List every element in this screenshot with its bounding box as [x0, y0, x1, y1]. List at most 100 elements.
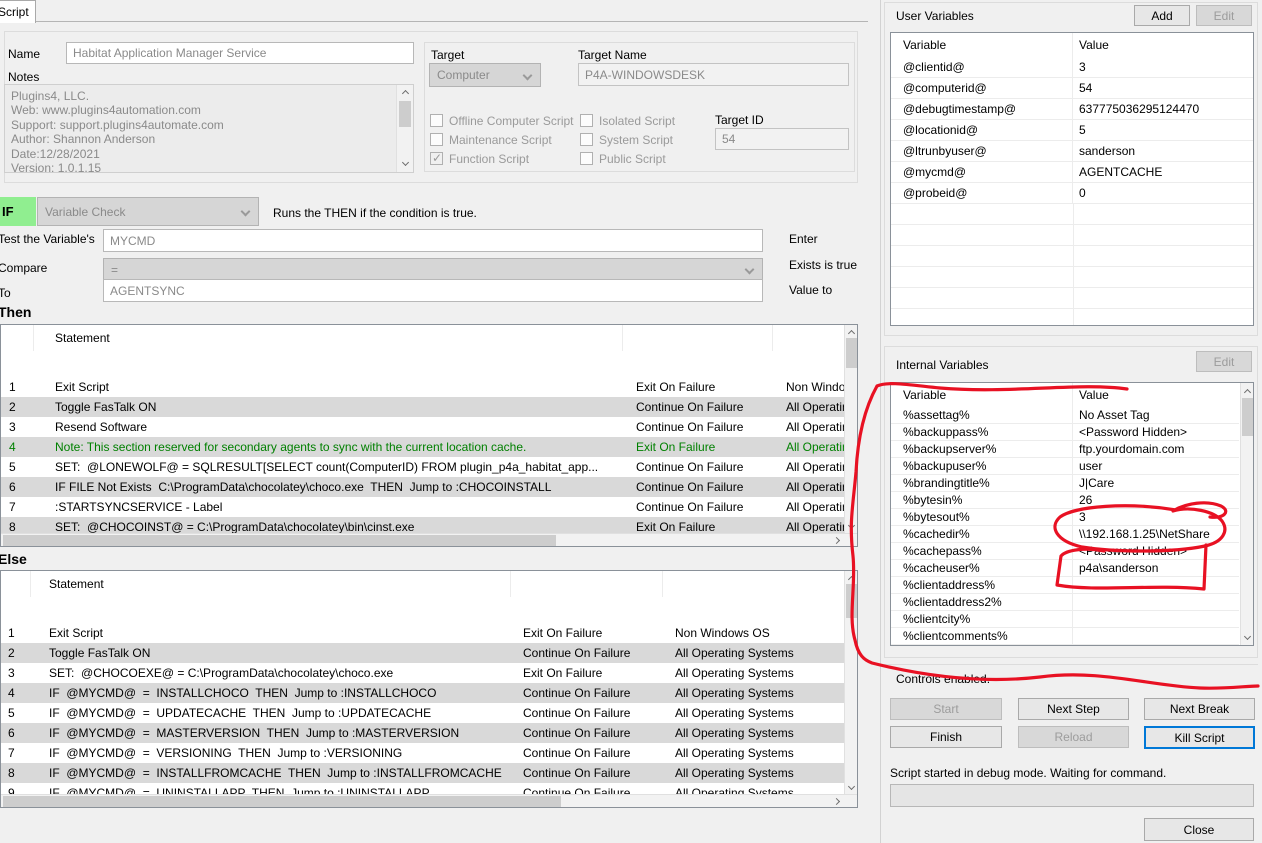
- else-table-row[interactable]: 6 IF @MYCMD@ = MASTERVERSION THEN Jump t…: [1, 723, 845, 743]
- then-table-row[interactable]: 6 IF FILE Not Exists C:\ProgramData\choc…: [1, 477, 845, 497]
- row-os: All Operating Systems: [663, 666, 845, 680]
- else-table-hscrollbar[interactable]: [1, 794, 857, 807]
- internal-variable-row[interactable]: %clientaddress%: [891, 577, 1239, 594]
- internal-variable-row[interactable]: %assettag% No Asset Tag: [891, 407, 1239, 424]
- reload-button[interactable]: Reload: [1018, 726, 1129, 748]
- user-variable-row[interactable]: @locationid@ 5: [891, 120, 1253, 141]
- internal-variable-row[interactable]: %cachedir% \\192.168.1.25\NetShare: [891, 526, 1239, 543]
- checkbox-icon[interactable]: [430, 133, 443, 146]
- user-variable-row[interactable]: @computerid@ 54: [891, 78, 1253, 99]
- scroll-right-icon[interactable]: [831, 796, 844, 807]
- scroll-down-icon[interactable]: [845, 782, 858, 793]
- scroll-up-icon[interactable]: [399, 86, 412, 97]
- internal-variable-row[interactable]: %clientaddress2%: [891, 594, 1239, 611]
- internal-variable-row[interactable]: %bytesin% 26: [891, 492, 1239, 509]
- then-vscroll-thumb[interactable]: [846, 338, 857, 368]
- then-table-row[interactable]: 5 SET: @LONEWOLF@ = SQLRESULT[SELECT cou…: [1, 457, 845, 477]
- scroll-down-icon[interactable]: [1241, 632, 1254, 643]
- user-variables-empty-rows: [891, 204, 1253, 325]
- user-variable-row[interactable]: @clientid@ 3: [891, 57, 1253, 78]
- then-table-hscrollbar[interactable]: [1, 533, 857, 546]
- checkbox-icon[interactable]: [430, 152, 443, 165]
- then-hscroll-thumb[interactable]: [3, 535, 556, 546]
- debug-command-bar[interactable]: [890, 784, 1254, 807]
- edit-user-variable-button[interactable]: Edit: [1196, 5, 1252, 26]
- scroll-down-icon[interactable]: [399, 158, 412, 169]
- checkbox-icon[interactable]: [580, 152, 593, 165]
- then-table-row[interactable]: 7 :STARTSYNCSERVICE - Label Continue On …: [1, 497, 845, 517]
- variable-name: %clientaddress2%: [891, 594, 1073, 610]
- next-break-button[interactable]: Next Break: [1144, 698, 1255, 720]
- user-variable-row[interactable]: @mycmd@ AGENTCACHE: [891, 162, 1253, 183]
- edit-internal-variable-button[interactable]: Edit: [1196, 351, 1252, 372]
- row-on-failure: Continue On Failure: [511, 766, 663, 780]
- variable-name: @computerid@: [891, 78, 1073, 98]
- user-variable-row[interactable]: @probeid@ 0: [891, 183, 1253, 204]
- internal-variable-row[interactable]: %cacheuser% p4a\sanderson: [891, 560, 1239, 577]
- then-table-row[interactable]: 2 Toggle FasTalk ON Continue On Failure …: [1, 397, 845, 417]
- else-table-row[interactable]: 1 Exit Script Exit On Failure Non Window…: [1, 623, 845, 643]
- scroll-up-icon[interactable]: [1241, 385, 1254, 396]
- condition-type-select[interactable]: Variable Check: [37, 197, 259, 226]
- else-table-row[interactable]: 5 IF @MYCMD@ = UPDATECACHE THEN Jump to …: [1, 703, 845, 723]
- to-input[interactable]: AGENTSYNC: [103, 279, 763, 302]
- checkbox-label: Function Script: [449, 152, 529, 166]
- else-table-row[interactable]: 8 IF @MYCMD@ = INSTALLFROMCACHE THEN Jum…: [1, 763, 845, 783]
- finish-button[interactable]: Finish: [890, 726, 1002, 748]
- row-os: All Operating Systems: [773, 520, 845, 534]
- tab-script[interactable]: Script: [0, 0, 36, 23]
- internal-variable-row[interactable]: %clientcity%: [891, 611, 1239, 628]
- row-statement: IF @MYCMD@ = VERSIONING THEN Jump to :VE…: [31, 746, 511, 760]
- notes-scrollbar-thumb[interactable]: [399, 101, 411, 127]
- notes-box[interactable]: Plugins4, LLC.Web: www.plugins4automatio…: [4, 84, 414, 173]
- add-button[interactable]: Add: [1134, 5, 1190, 26]
- variable-value: sanderson: [1073, 144, 1253, 158]
- checkbox-icon[interactable]: [580, 114, 593, 127]
- internal-vscroll-thumb[interactable]: [1242, 398, 1254, 436]
- internal-variable-row[interactable]: %clientcomments%: [891, 628, 1239, 645]
- variable-name: @debugtimestamp@: [891, 99, 1073, 119]
- then-table-row[interactable]: 4 Note: This section reserved for second…: [1, 437, 845, 457]
- target-id-input[interactable]: 54: [715, 128, 849, 150]
- then-table-row[interactable]: 1 Exit Script Exit On Failure Non Window…: [1, 377, 845, 397]
- checkbox-icon[interactable]: [580, 133, 593, 146]
- kill-script-button[interactable]: Kill Script: [1144, 726, 1255, 749]
- value-to-label: Value to: [789, 283, 832, 297]
- internal-variable-row[interactable]: %backuppass% <Password Hidden>: [891, 424, 1239, 441]
- user-variable-row[interactable]: @ltrunbyuser@ sanderson: [891, 141, 1253, 162]
- scroll-up-icon[interactable]: [845, 326, 858, 337]
- else-table-row[interactable]: 4 IF @MYCMD@ = INSTALLCHOCO THEN Jump to…: [1, 683, 845, 703]
- else-vscroll-thumb[interactable]: [846, 584, 857, 618]
- compare-label: Compare: [0, 261, 47, 275]
- then-heading: Then: [0, 304, 31, 320]
- scroll-down-icon[interactable]: [845, 521, 858, 532]
- else-table-row[interactable]: 3 SET: @CHOCOEXE@ = C:\ProgramData\choco…: [1, 663, 845, 683]
- else-table-row[interactable]: 2 Toggle FasTalk ON Continue On Failure …: [1, 643, 845, 663]
- else-table-vscrollbar[interactable]: [844, 571, 857, 794]
- script-name-input[interactable]: Habitat Application Manager Service: [66, 42, 414, 64]
- target-name-input[interactable]: P4A-WINDOWSDESK: [578, 63, 849, 86]
- notes-scrollbar[interactable]: [396, 85, 413, 172]
- internal-variable-row[interactable]: %cachepass% <Password Hidden>: [891, 543, 1239, 560]
- then-table-row[interactable]: 3 Resend Software Continue On Failure Al…: [1, 417, 845, 437]
- internal-variable-row[interactable]: %backupuser% user: [891, 458, 1239, 475]
- checkbox-icon[interactable]: [430, 114, 443, 127]
- internal-variable-row[interactable]: %brandingtitle% J|Care: [891, 475, 1239, 492]
- compare-select[interactable]: =: [103, 258, 763, 281]
- target-select[interactable]: Computer: [429, 63, 541, 87]
- row-on-failure: Exit On Failure: [623, 380, 773, 394]
- start-button[interactable]: Start: [890, 698, 1002, 720]
- internal-variables-scrollbar[interactable]: [1240, 383, 1254, 645]
- row-number: 5: [1, 460, 34, 474]
- next-step-button[interactable]: Next Step: [1018, 698, 1129, 720]
- else-table-row[interactable]: 7 IF @MYCMD@ = VERSIONING THEN Jump to :…: [1, 743, 845, 763]
- user-variable-row[interactable]: @debugtimestamp@ 637775036295124470: [891, 99, 1253, 120]
- internal-variable-row[interactable]: %bytesout% 3: [891, 509, 1239, 526]
- else-hscroll-thumb[interactable]: [3, 796, 561, 807]
- scroll-right-icon[interactable]: [831, 535, 844, 546]
- internal-variable-row[interactable]: %backupserver% ftp.yourdomain.com: [891, 441, 1239, 458]
- scroll-up-icon[interactable]: [845, 572, 858, 583]
- then-table-vscrollbar[interactable]: [844, 325, 857, 533]
- close-button[interactable]: Close: [1144, 818, 1254, 841]
- test-variable-input[interactable]: MYCMD: [103, 229, 763, 252]
